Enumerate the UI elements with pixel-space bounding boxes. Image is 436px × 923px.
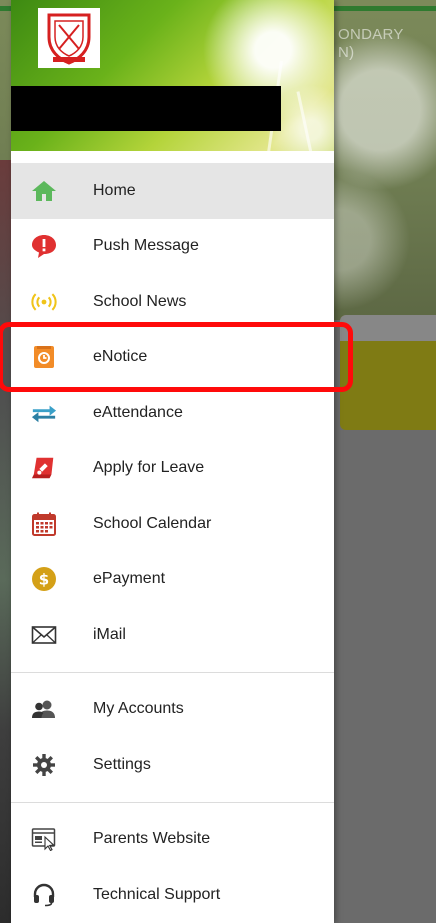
drawer-header: [11, 0, 334, 157]
account-name-redacted: [11, 86, 281, 131]
menu-item-label: Apply for Leave: [93, 459, 205, 477]
background-title-line2: N): [338, 44, 355, 61]
menu-divider: [11, 801, 334, 803]
menu-item-label: Parents Website: [93, 830, 211, 848]
menu-item-label: Settings: [93, 755, 151, 773]
menu-item-label: Technical Support: [93, 885, 221, 903]
menu-item-epayment[interactable]: $ ePayment: [11, 552, 334, 608]
menu-item-label: School Calendar: [93, 514, 212, 532]
mail-icon: [31, 622, 57, 648]
menu-item-label: ePayment: [93, 570, 166, 588]
school-crest-icon: [38, 8, 100, 68]
dandelion-stem: [296, 91, 314, 157]
navigation-drawer: Home Push Message School News eNotice eA…: [11, 0, 334, 923]
menu-item-settings[interactable]: Settings: [11, 737, 334, 793]
calendar-icon: [31, 511, 57, 537]
push-message-icon: [31, 233, 57, 259]
epayment-icon: $: [31, 566, 57, 592]
menu-item-my-accounts[interactable]: My Accounts: [11, 682, 334, 738]
background-title-line1: ONDARY: [338, 26, 404, 43]
menu-item-label: Home: [93, 181, 136, 199]
home-icon: [31, 178, 57, 204]
menu-item-label: eNotice: [93, 348, 148, 366]
menu-item-imail[interactable]: iMail: [11, 607, 334, 663]
menu-item-push-message[interactable]: Push Message: [11, 219, 334, 275]
menu-item-home[interactable]: Home: [11, 163, 334, 219]
menu-item-eattendance[interactable]: eAttendance: [11, 385, 334, 441]
website-icon: [31, 826, 57, 852]
menu-item-school-news[interactable]: School News: [11, 274, 334, 330]
school-news-icon: [31, 289, 57, 315]
header-divider: [11, 151, 334, 157]
eattendance-icon: [31, 400, 57, 426]
menu-item-label: My Accounts: [93, 700, 184, 718]
menu-item-parents-website[interactable]: Parents Website: [11, 812, 334, 868]
background-school-title: ONDARY N): [338, 26, 404, 62]
apply-leave-icon: [31, 455, 57, 481]
background-card: [340, 315, 436, 430]
menu-item-technical-support[interactable]: Technical Support: [11, 867, 334, 923]
svg-text:$: $: [39, 571, 49, 589]
menu-item-school-calendar[interactable]: School Calendar: [11, 496, 334, 552]
headset-icon: [31, 882, 57, 908]
menu-item-label: iMail: [93, 625, 126, 643]
background-card-header: [340, 315, 436, 341]
drawer-menu: Home Push Message School News eNotice eA…: [11, 163, 334, 923]
accounts-icon: [31, 696, 57, 722]
menu-item-label: School News: [93, 292, 187, 310]
menu-item-label: eAttendance: [93, 403, 183, 421]
menu-item-apply-for-leave[interactable]: Apply for Leave: [11, 441, 334, 497]
menu-item-enotice[interactable]: eNotice: [11, 330, 334, 386]
enotice-icon: [31, 344, 57, 370]
menu-divider: [11, 671, 334, 673]
settings-gear-icon: [31, 752, 57, 778]
menu-item-label: Push Message: [93, 237, 199, 255]
